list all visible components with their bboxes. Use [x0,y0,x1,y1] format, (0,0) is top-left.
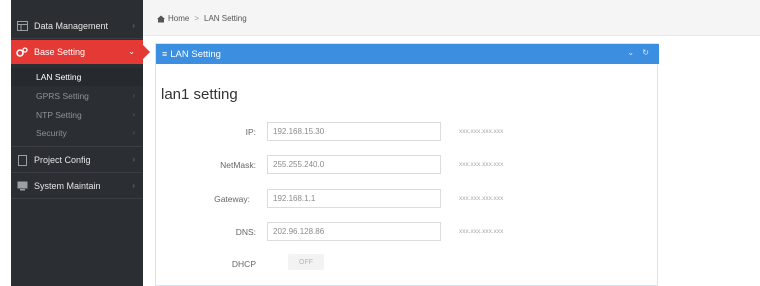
file-icon [16,154,28,166]
sidebar-item-base-setting[interactable]: Base Setting ⌄ [11,40,150,64]
dns-label: DNS: [235,227,256,237]
chevron-down-icon: ⌄ [128,47,135,56]
sidebar-item-label: Data Management [34,21,109,31]
breadcrumb-home[interactable]: Home [168,14,189,23]
chevron-right-icon: › [132,128,135,137]
sidebar-item-label: Base Setting [34,47,86,57]
chevron-right-icon: › [132,21,135,30]
sidebar-subitem-label: GPRS Setting [36,91,89,101]
panel-tools[interactable]: ⌄ ↻ [627,48,652,57]
breadcrumb-current: LAN Setting [204,14,247,23]
netmask-field[interactable]: 255.255.240.0 [267,155,441,174]
chevron-right-icon: › [132,155,135,164]
sidebar-subitem-label: Security [36,128,67,138]
dhcp-label: DHCP [231,259,256,269]
sidebar-item-label: Project Config [34,155,91,165]
gateway-label: Gateway: [214,194,250,204]
chevron-right-icon: › [132,110,135,119]
divider [11,38,143,39]
divider [11,198,143,199]
page-title: lan1 setting [161,86,238,103]
dns-field[interactable]: 202.96.128.86 [267,222,441,241]
dhcp-toggle[interactable]: OFF [288,254,324,270]
sidebar-item-project-config[interactable]: Project Config › [11,148,143,172]
breadcrumb: Home > LAN Setting [157,14,247,23]
home-icon[interactable] [157,15,165,23]
sidebar-subitem-lan-setting[interactable]: LAN Setting [11,68,143,86]
netmask-label: NetMask: [220,160,256,170]
sidebar-item-system-maintain[interactable]: System Maintain › [11,174,143,198]
sidebar-subitem-ntp-setting[interactable]: NTP Setting › [11,106,143,124]
sidebar-subitem-label: LAN Setting [36,72,82,82]
netmask-hint: xxx.xxx.xxx.xxx [459,161,504,168]
divider [11,146,143,147]
sidebar-subitem-label: NTP Setting [36,110,82,120]
chevron-right-icon: › [132,91,135,100]
breadcrumb-separator: > [194,14,200,23]
cogs-icon [16,46,28,58]
divider [11,172,143,173]
panel-header-title: LAN Setting [170,48,221,60]
dns-hint: xxx.xxx.xxx.xxx [459,228,504,235]
lan-setting-panel: ≡ LAN Setting ⌄ ↻ lan1 setting IP: 192.1… [155,43,659,286]
ip-hint: xxx.xxx.xxx.xxx [459,128,504,135]
sidebar-item-label: System Maintain [34,181,101,191]
top-bar: Home > LAN Setting [143,0,760,36]
chevron-right-icon: › [132,181,135,190]
table-icon [16,20,28,32]
sidebar-subitem-security[interactable]: Security › [11,124,143,142]
panel-header: ≡ LAN Setting ⌄ ↻ [156,44,659,64]
gateway-hint: xxx.xxx.xxx.xxx [459,195,504,202]
monitor-icon [16,180,28,192]
ip-label: IP: [245,127,256,137]
sidebar-subitem-gprs-setting[interactable]: GPRS Setting › [11,87,143,105]
ip-field[interactable]: 192.168.15.30 [267,122,441,141]
sidebar: Data Management › Base Setting ⌄ LAN Set… [11,0,150,286]
sidebar-item-data-management[interactable]: Data Management › [11,14,143,38]
gateway-field[interactable]: 192.168.1.1 [267,189,441,208]
list-icon: ≡ [162,49,168,59]
